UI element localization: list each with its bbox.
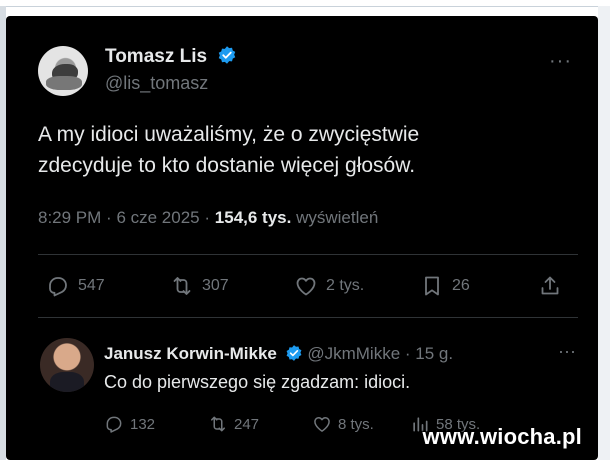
tweet-panel: Tomasz Lis @lis_tomasz ··· A my idioci u… (6, 16, 598, 460)
reply-author-name[interactable]: Janusz Korwin-Mikke (104, 344, 277, 363)
reply-like-count: 8 tys. (338, 415, 374, 433)
repost-button[interactable]: 307 (170, 274, 229, 298)
divider (38, 254, 578, 255)
tweet-text-line-1: A my idioci uważaliśmy, że o zwycięstwie (38, 123, 420, 146)
author-avatar[interactable] (38, 46, 88, 96)
tweet-meta: 8:29 PM · 6 cze 2025 · 154,6 tys. wyświe… (38, 208, 378, 228)
author-name[interactable]: Tomasz Lis (105, 46, 207, 67)
share-icon (541, 276, 559, 295)
more-icon[interactable]: ··· (549, 50, 572, 73)
meta-separator: · (204, 208, 211, 227)
bookmark-count: 26 (452, 277, 470, 294)
reply-icon (49, 277, 67, 297)
views-label: wyświetleń (296, 208, 379, 227)
views-count: 154,6 tys. (214, 208, 292, 227)
repost-icon (173, 277, 191, 295)
browser-edge-right (598, 6, 610, 460)
reply-header: Janusz Korwin-Mikke @JkmMikke · 15 g. (104, 344, 453, 364)
reply-repost-count: 247 (234, 415, 260, 433)
reply-author-handle[interactable]: @JkmMikke (307, 344, 400, 363)
tweet-actions: 547 307 2 tys. 26 (6, 274, 598, 304)
bookmark-button[interactable]: 26 (420, 274, 470, 298)
reply-time[interactable]: 15 g. (415, 344, 453, 363)
reply-text: Co do pierwszego się zgadzam: idioci. (104, 372, 411, 392)
tweet-text: A my idioci uważaliśmy, że o zwycięstwie… (38, 119, 558, 181)
reply-reply-button[interactable]: 132 (104, 414, 155, 434)
author-name-row[interactable]: Tomasz Lis (105, 45, 237, 68)
reply-more-icon[interactable]: ··· (558, 341, 576, 362)
bookmark-icon (425, 276, 439, 296)
tweet-time[interactable]: 8:29 PM (38, 208, 101, 227)
like-icon (314, 417, 330, 432)
author-handle[interactable]: @lis_tomasz (105, 73, 208, 94)
reply-count: 547 (78, 277, 105, 294)
reply-icon (106, 416, 122, 433)
verified-badge-icon (219, 46, 236, 64)
tweet-date[interactable]: 6 cze 2025 (116, 208, 199, 227)
repost-icon (211, 416, 225, 432)
reply-author-avatar[interactable] (40, 338, 94, 392)
meta-separator: · (106, 208, 112, 227)
repost-count: 307 (202, 277, 229, 294)
verified-badge-icon (286, 345, 302, 361)
watermark: www.wiocha.pl (422, 424, 582, 449)
reply-like-button[interactable]: 8 tys. (312, 414, 374, 434)
reply-repost-button[interactable]: 247 (208, 414, 259, 434)
reply-separator: · (404, 344, 411, 363)
like-button[interactable]: 2 tys. (294, 274, 364, 298)
reply-reply-count: 132 (130, 415, 156, 433)
divider (38, 317, 578, 318)
tweet-text-line-2: zdecyduje to kto dostanie więcej głosów. (38, 154, 416, 177)
like-icon (296, 277, 316, 296)
browser-edge-top (0, 6, 610, 7)
like-count: 2 tys. (326, 277, 365, 294)
reply-button[interactable]: 547 (46, 274, 105, 298)
share-button[interactable] (538, 274, 562, 298)
